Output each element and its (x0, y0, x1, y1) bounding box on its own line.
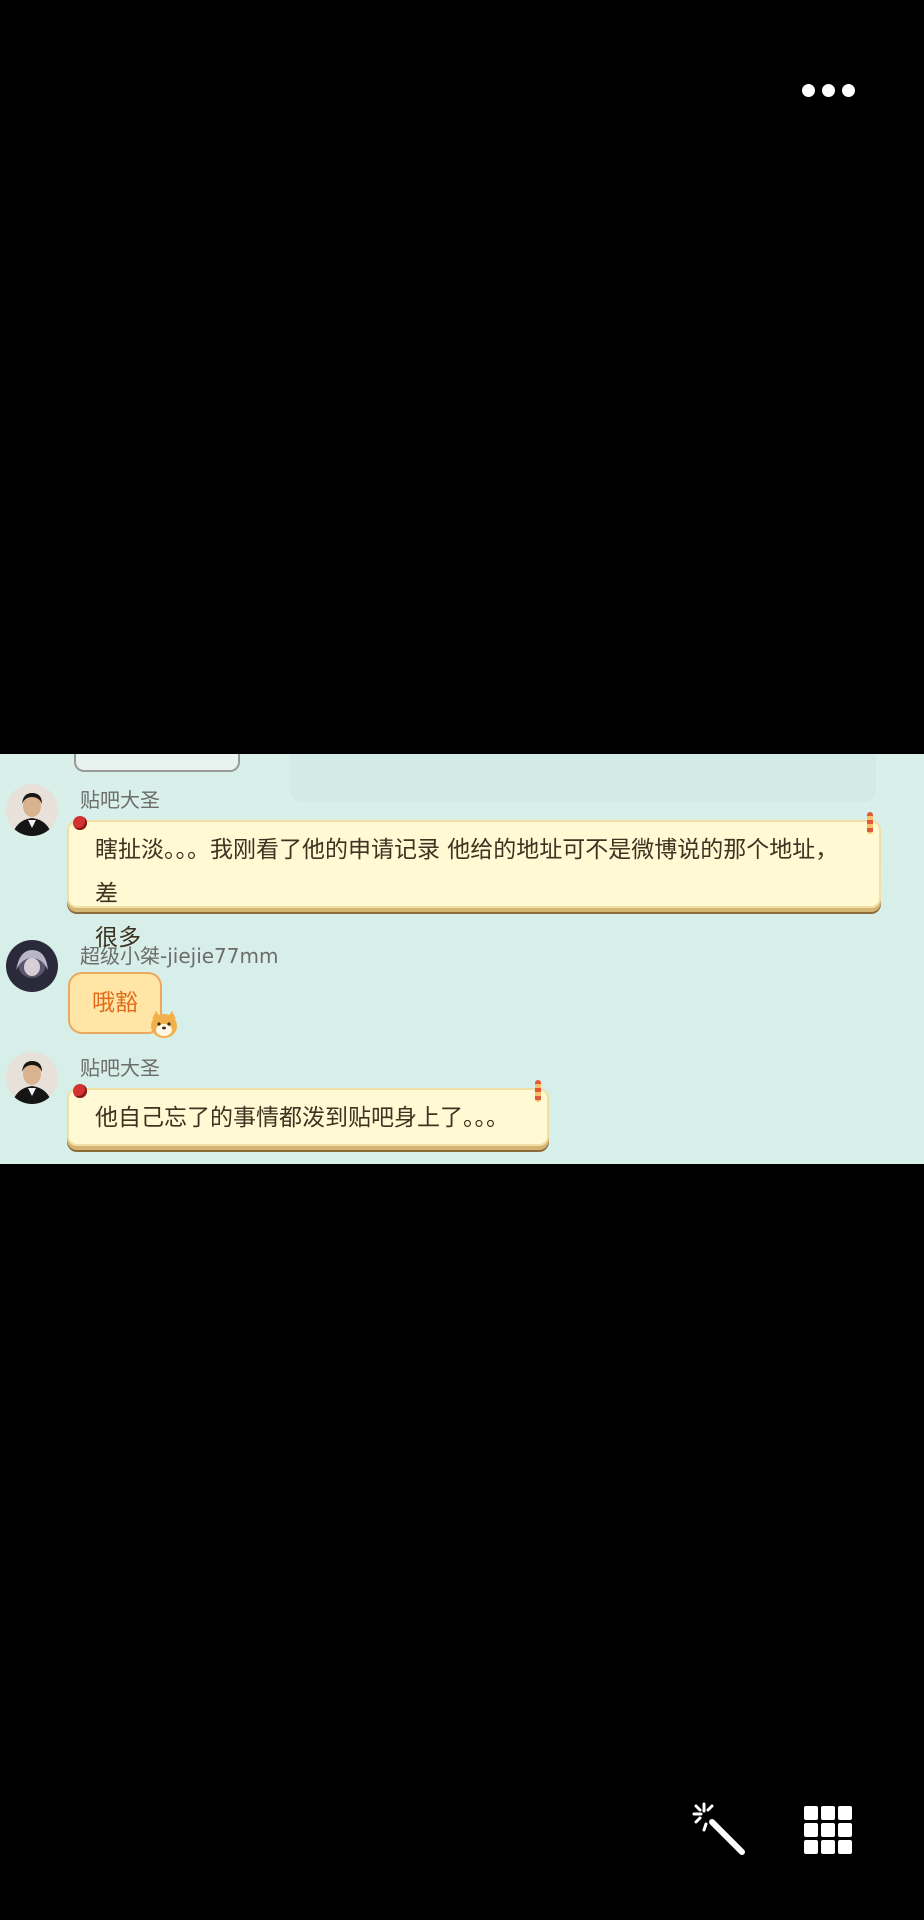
message-text: 他自己忘了的事情都泼到贴吧身上了。。。 (95, 1105, 509, 1131)
more-dots-icon (821, 83, 835, 97)
grid-icon (804, 1806, 852, 1854)
magic-wand-icon (692, 1802, 745, 1855)
message-text-line: 瞎扯淡。。。我刚看了他的申请记录 他给的地址可不是微博说的那个地址，差 (95, 837, 839, 907)
avatar (6, 940, 58, 992)
username: 贴吧大圣 (80, 1056, 160, 1080)
more-dots-icon (801, 83, 815, 97)
magic-wand-button[interactable] (690, 1800, 750, 1860)
chat-screenshot-image: 贴吧大圣 瞎扯淡。。。我刚看了他的申请记录 他给的地址可不是微博说的那个地址，差… (0, 754, 924, 1164)
pin-decoration (73, 816, 87, 830)
shiba-dog-icon (151, 1011, 177, 1038)
username: 贴吧大圣 (80, 788, 160, 812)
avatar (6, 1052, 58, 1104)
pin-decoration (73, 1084, 87, 1098)
username: 超级小桀-jiejie77mm (80, 944, 279, 968)
grid-button[interactable] (802, 1804, 854, 1856)
more-options-button[interactable] (796, 76, 860, 104)
message-text: 哦豁 (92, 990, 138, 1016)
message-bubble: 瞎扯淡。。。我刚看了他的申请记录 他给的地址可不是微博说的那个地址，差 很多 (67, 812, 881, 951)
message-bubble: 他自己忘了的事情都泼到贴吧身上了。。。 (67, 1080, 549, 1146)
scroll-decoration (535, 1080, 541, 1102)
avatar (6, 784, 58, 836)
previous-bubble-edge (74, 754, 240, 772)
scroll-decoration (867, 812, 873, 834)
previous-bubble-faint (290, 754, 876, 802)
more-dots-icon (841, 83, 855, 97)
